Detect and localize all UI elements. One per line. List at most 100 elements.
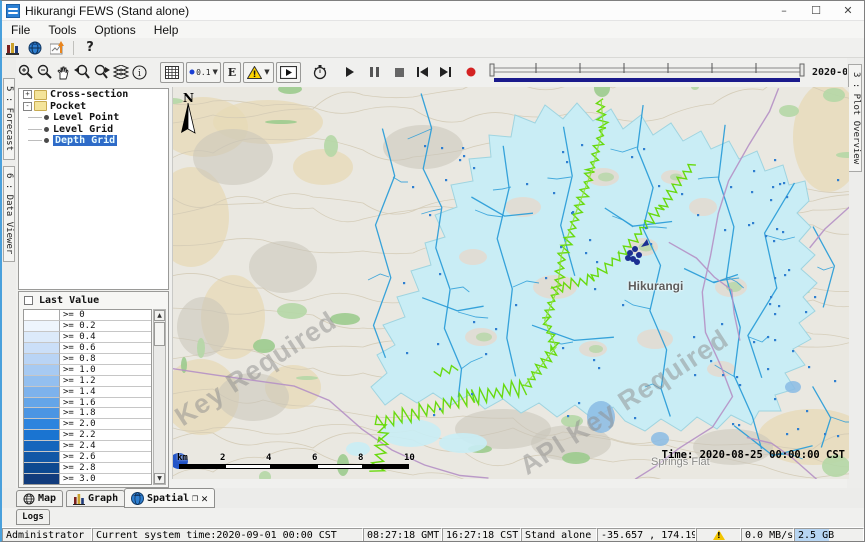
tree-item-label: Level Grid [53,124,113,135]
legend-row: >= 0.2 [24,321,151,332]
scroll-up-icon[interactable]: ▲ [154,310,165,321]
tab-close-icon[interactable]: ✕ [201,492,208,505]
close-button[interactable]: ✕ [832,1,864,20]
menu-help[interactable]: Help [145,23,188,37]
minimize-button[interactable]: – [768,1,800,20]
tab-data-viewer[interactable]: 6 : Data Viewer [3,166,15,262]
legend-swatch [24,387,60,398]
record-button[interactable] [461,61,480,83]
legend-swatch [24,430,60,441]
tree-item-depth-grid[interactable]: Depth Grid [19,135,168,147]
tree-expander-icon[interactable]: + [23,90,32,99]
memory-value: 2.5 GB [798,530,834,541]
status-system-time: Current system time:2020-09-01 00:00 CST [92,528,363,542]
tab-forecast[interactable]: 5 : Forecast [3,78,15,160]
help-icon: ? [86,40,94,55]
tab-map-label: Map [38,493,56,504]
tree-item-level-point[interactable]: Level Point [19,112,168,124]
legend-row: >= 2.2 [24,430,151,441]
timeseries-dialog-button[interactable] [46,39,68,57]
contour-interval-dropdown[interactable]: 0.1 ▼ [186,62,221,83]
play-icon [345,67,355,77]
time-slider[interactable] [488,60,806,84]
tree-item-pocket[interactable]: -Pocket [19,101,168,113]
legend-table: >= 0>= 0.2>= 0.4>= 0.6>= 0.8>= 1.0>= 1.2… [23,309,152,485]
tab-map[interactable]: Map [16,490,63,507]
legend-label: >= 0.8 [60,354,151,365]
scale-bar: km246810 [177,453,417,475]
legend-swatch [24,398,60,409]
zoom-out-button[interactable] [35,61,54,83]
menu-options[interactable]: Options [85,23,144,37]
globe-icon [131,492,144,505]
pan-button[interactable] [54,61,73,83]
labels-toggle-button[interactable]: E [223,62,241,83]
legend-swatch [24,463,60,474]
folder-icon [34,101,47,111]
pause-button[interactable] [365,61,384,83]
status-mode: Stand alone [521,528,597,542]
play-button[interactable] [340,61,359,83]
tree-item-level-grid[interactable]: Level Grid [19,124,168,136]
database-bars-icon [6,41,20,55]
legend-row: >= 1.4 [24,387,151,398]
legend-row: >= 2.0 [24,419,151,430]
map-view[interactable]: N API Key Required API Key Required Hiku… [172,87,849,479]
zoom-next-icon [93,64,110,80]
database-viewer-button[interactable] [2,39,24,57]
legend-swatch [24,365,60,376]
grid-display-button[interactable] [160,62,184,83]
tab-spatial[interactable]: Spatial ❒ ✕ [124,488,215,508]
zoom-next-button[interactable] [92,61,111,83]
logs-tab[interactable]: Logs [16,509,50,525]
skip-to-start-button[interactable] [413,61,432,83]
north-arrow-icon [179,103,197,137]
spatial-display-button[interactable] [24,39,46,57]
animation-timer-button[interactable] [308,61,332,83]
animation-window-button[interactable] [276,62,301,83]
menu-tools[interactable]: Tools [39,23,85,37]
zoom-in-button[interactable] [16,61,35,83]
last-value-checkbox[interactable] [24,296,33,305]
warnings-dropdown[interactable]: ! ▼ [243,62,274,83]
bullet-icon [44,127,49,132]
stop-button[interactable] [390,61,409,83]
legend-row: >= 1.0 [24,365,151,376]
menu-file[interactable]: File [2,23,39,37]
zoom-previous-icon [74,64,91,80]
skip-to-end-button[interactable] [436,61,455,83]
zoom-previous-button[interactable] [73,61,92,83]
app-logo-icon [6,4,20,18]
tab-restore-icon[interactable]: ❒ [192,493,198,504]
legend-scrollbar[interactable]: ▲ ▼ [153,309,166,485]
tab-plot-overview[interactable]: 3 : Plot Overview [848,64,862,172]
status-warning-cell[interactable] [696,528,741,542]
legend-label: >= 0 [60,310,151,321]
scale-tick-label: 10 [404,453,415,463]
status-local-time: 16:27:18 CST [442,528,521,542]
legend-label: >= 2.0 [60,419,151,430]
warning-triangle-icon [713,530,725,540]
layers-icon [113,65,129,79]
tab-graph[interactable]: Graph [66,490,125,507]
scroll-thumb[interactable] [154,322,165,346]
tree-connector [28,140,42,141]
layers-button[interactable] [111,61,130,83]
tree-expander-icon[interactable]: - [23,102,32,111]
stopwatch-icon [312,64,328,80]
info-button[interactable]: i [130,61,149,83]
last-value-row[interactable]: Last Value [19,292,168,308]
svg-text:i: i [138,69,141,79]
legend-swatch [24,408,60,419]
legend-label: >= 1.6 [60,398,151,409]
legend-row: >= 2.4 [24,441,151,452]
tree-connector [28,129,42,130]
globe-icon [28,41,42,55]
help-button[interactable]: ? [79,39,101,57]
legend-swatch [24,474,60,485]
tree-item-cross-section[interactable]: +Cross-section [19,89,168,101]
maximize-button[interactable]: ☐ [800,1,832,20]
application-window: Hikurangi FEWS (Stand alone) – ☐ ✕ File … [0,0,865,542]
scroll-down-icon[interactable]: ▼ [154,473,165,484]
legend-label: >= 1.2 [60,376,151,387]
